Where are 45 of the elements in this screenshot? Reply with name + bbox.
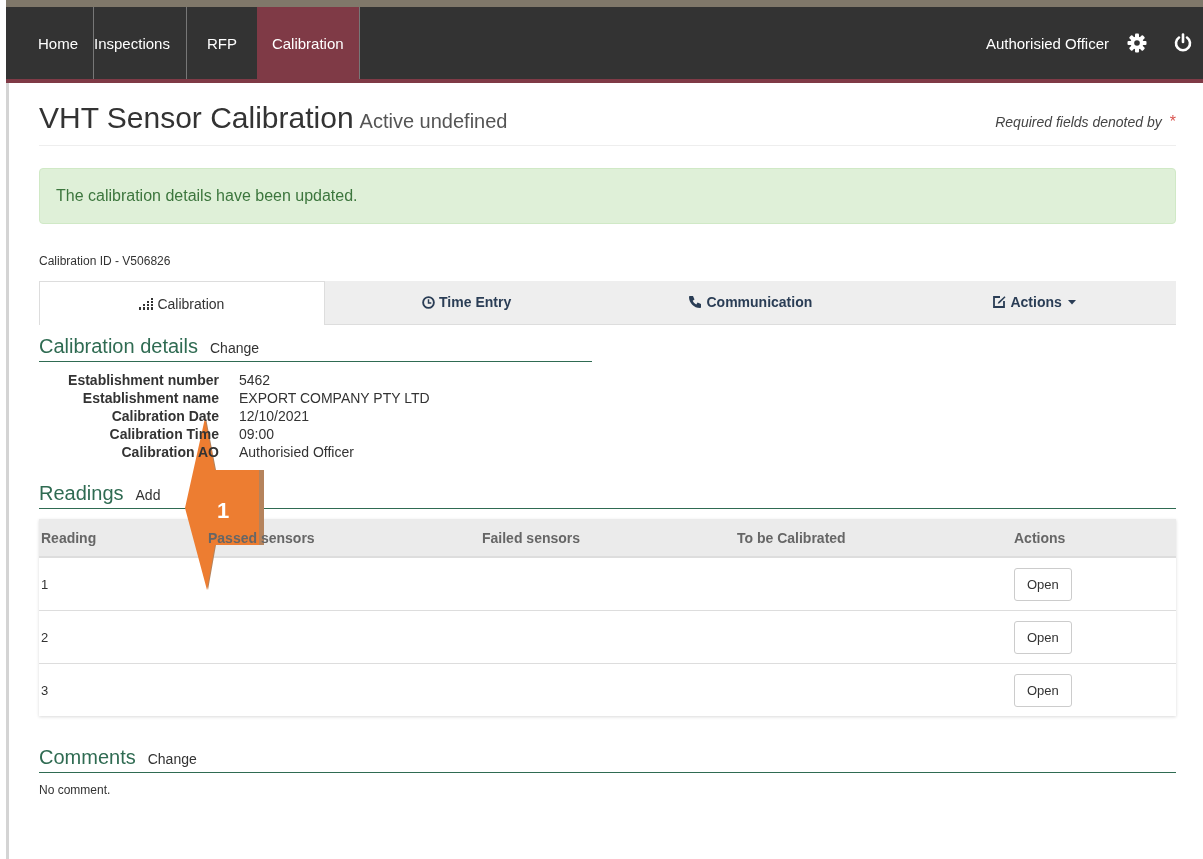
table-cell-text: 3	[40, 682, 50, 698]
nav-link[interactable]: Home	[25, 7, 94, 79]
field-value: Authorisied Officer	[239, 444, 355, 460]
column-header: Failed sensors	[481, 529, 582, 546]
nav-link[interactable]: RFP	[186, 7, 257, 79]
open-button[interactable]: Open	[1014, 673, 1072, 707]
required-mark: *	[1169, 113, 1176, 131]
open-button[interactable]: Open	[1014, 567, 1072, 601]
nav-link[interactable]: Inspections	[94, 7, 187, 79]
section-link[interactable]: Add	[135, 487, 161, 503]
section-title: Readings	[39, 482, 124, 505]
field-value: 12/10/2021	[239, 408, 311, 424]
field-value: EXPORT COMPANY PTY LTD	[239, 390, 431, 406]
column-header: Reading	[40, 529, 98, 546]
section-title: Calibration details	[39, 335, 198, 358]
field-label: Establishment name	[81, 390, 219, 406]
status-text: Active undefined	[359, 110, 508, 133]
phone-icon	[688, 295, 703, 309]
section-link[interactable]: Change	[210, 340, 260, 356]
section-link[interactable]: Change	[147, 751, 197, 767]
section-title: Comments	[39, 746, 136, 769]
bar-chart-icon	[139, 297, 154, 310]
power-icon	[1173, 33, 1193, 53]
callout-number: 1	[217, 498, 230, 524]
column-header: Actions	[1013, 529, 1067, 546]
column-header: To be Calibrated	[736, 529, 847, 546]
open-button[interactable]: Open	[1014, 620, 1072, 654]
record-id: Calibration ID - V506826	[39, 254, 172, 268]
required-note: Required fields denoted by	[995, 114, 1162, 130]
table-cell-text: 1	[40, 576, 50, 592]
caret-icon	[1067, 299, 1076, 305]
clock-icon	[422, 295, 436, 309]
comment-text: No comment.	[39, 783, 112, 797]
user-name[interactable]: Authorisied Officer	[985, 34, 1109, 52]
page-title: VHT Sensor Calibration	[39, 101, 354, 135]
nav-link[interactable]: Calibration	[256, 7, 360, 79]
field-value: 5462	[239, 372, 272, 388]
field-label: Calibration Date	[110, 408, 219, 424]
field-value: 09:00	[239, 426, 276, 442]
table-cell-text: 2	[40, 629, 50, 645]
edit-icon	[992, 295, 1007, 309]
field-label: Establishment number	[67, 372, 219, 388]
success-alert: The calibration details have been updated.	[39, 168, 1176, 224]
tab[interactable]: Calibration	[39, 281, 325, 325]
settings-icon	[1127, 33, 1147, 53]
